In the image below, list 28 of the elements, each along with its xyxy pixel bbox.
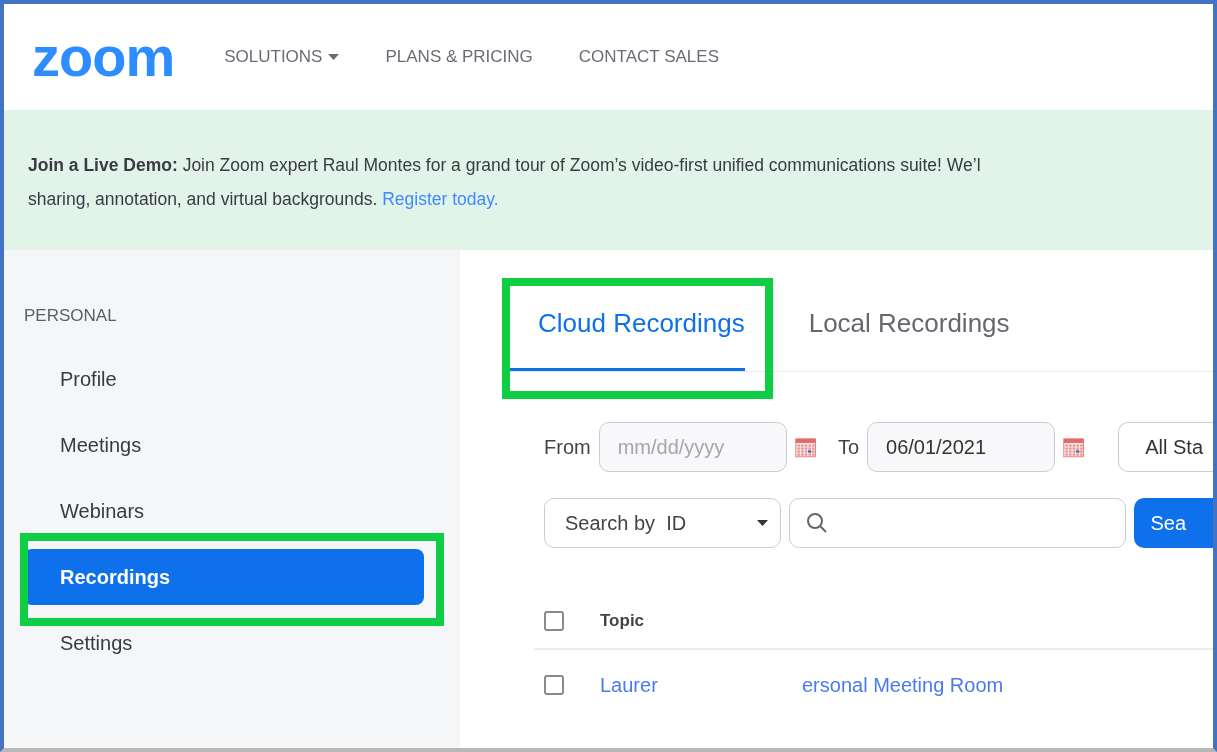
nav-link[interactable]: PLANS & PRICING	[385, 47, 533, 67]
search-field[interactable]	[788, 498, 1127, 548]
tab[interactable]: Local Recordings	[772, 278, 1010, 371]
from-label: From	[544, 435, 591, 459]
nav-link[interactable]: SOLUTIONS	[224, 47, 340, 67]
zoom-logo[interactable]: zoom	[32, 29, 175, 85]
column-header: Topic	[600, 611, 645, 631]
nav-link[interactable]: CONTACT SALES	[578, 47, 719, 67]
checkbox[interactable]	[544, 611, 564, 631]
to-label: To	[837, 435, 859, 459]
sidebar-item[interactable]: Meetings	[24, 433, 424, 457]
register-link[interactable]: Register today.	[382, 189, 499, 209]
banner-text: Join a Live Demo: Join Zoom expert Raul Montes for a grand tour of Zoom’s video-first unified communications suite! We’l sharing, annotation, and virtual backgrounds. Register today.	[28, 154, 982, 211]
section-heading: PERSONAL	[24, 306, 118, 326]
search-icon	[805, 512, 828, 534]
sidebar-item[interactable]: Settings	[24, 631, 424, 655]
search-by-select[interactable]: Search by ID	[544, 498, 781, 548]
meeting-link[interactable]: ersonal Meeting Room	[802, 673, 1004, 697]
from-date-field[interactable]: mm/dd/yyyy	[598, 422, 787, 472]
topic-link[interactable]: Laurer	[600, 673, 802, 697]
status-select[interactable]: All Sta	[1118, 422, 1213, 472]
search-button[interactable]: Sea	[1134, 498, 1213, 548]
sidebar-item[interactable]: Profile	[24, 367, 424, 391]
sidebar-item[interactable]: Webinars	[24, 499, 424, 523]
to-date-field[interactable]: 06/01/2021	[867, 422, 1055, 472]
tab[interactable]: Cloud Recordings	[502, 278, 745, 371]
caret-icon	[756, 520, 768, 526]
checkbox[interactable]	[544, 675, 564, 695]
